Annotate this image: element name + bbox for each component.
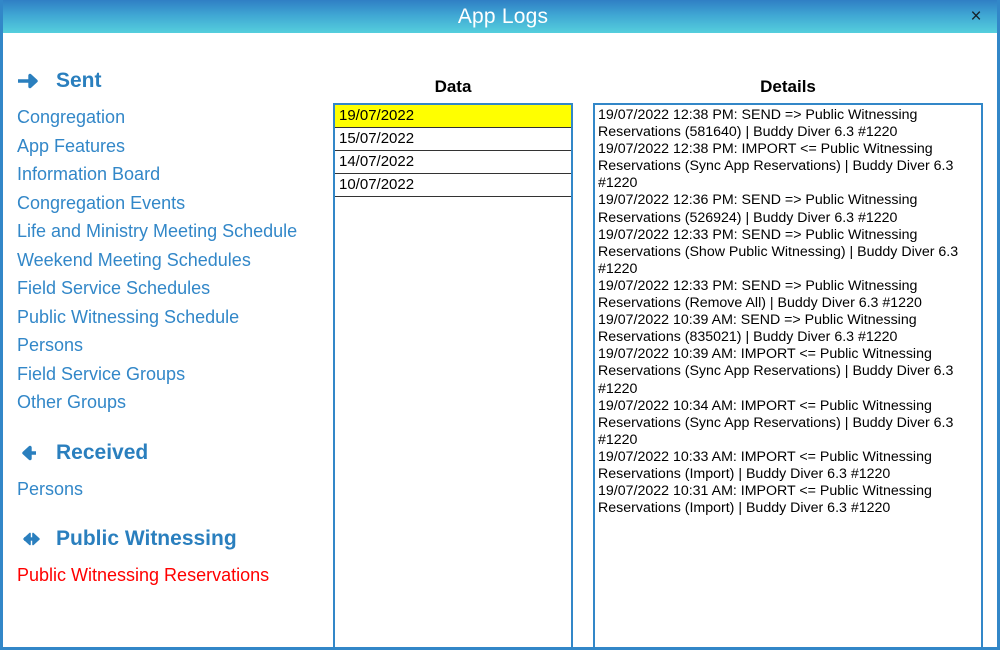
sidebar-item-life-and-ministry-meeting-schedule[interactable]: Life and Ministry Meeting Schedule xyxy=(17,217,328,246)
sidebar-item-persons-received[interactable]: Persons xyxy=(17,475,328,504)
sidebar-item-persons-sent[interactable]: Persons xyxy=(17,331,328,360)
details-column-heading: Details xyxy=(760,77,816,96)
log-entry: 19/07/2022 12:33 PM: SEND => Public Witn… xyxy=(598,226,959,277)
sidebar-item-field-service-groups[interactable]: Field Service Groups xyxy=(17,360,328,389)
sidebar: Sent Congregation App Features Informati… xyxy=(3,33,328,647)
sidebar-group-public-witnessing: Public Witnessing Public Witnessing Rese… xyxy=(17,527,328,590)
sidebar-item-app-features[interactable]: App Features xyxy=(17,132,328,161)
log-entry: 19/07/2022 12:38 PM: SEND => Public Witn… xyxy=(598,107,918,141)
log-entry: 19/07/2022 12:33 PM: SEND => Public Witn… xyxy=(598,277,922,312)
arrow-right-icon xyxy=(17,71,45,91)
sidebar-section-label: Public Witnessing xyxy=(56,527,237,550)
sidebar-section-label: Sent xyxy=(56,69,102,92)
close-icon[interactable]: × xyxy=(961,0,991,33)
sidebar-item-weekend-meeting-schedules[interactable]: Weekend Meeting Schedules xyxy=(17,246,328,275)
sidebar-section-public-witnessing[interactable]: Public Witnessing xyxy=(17,527,328,551)
sidebar-item-information-board[interactable]: Information Board xyxy=(17,160,328,189)
title-bar: App Logs × xyxy=(3,0,997,33)
log-entry: 19/07/2022 12:36 PM: SEND => Public Witn… xyxy=(598,192,918,226)
data-list-item[interactable]: 14/07/2022 xyxy=(335,151,571,174)
data-list-item[interactable]: 10/07/2022 xyxy=(335,174,571,197)
data-column-heading: Data xyxy=(434,77,472,96)
arrow-left-right-icon xyxy=(17,529,45,549)
details-log[interactable]: 19/07/2022 12:38 PM: SEND => Public Witn… xyxy=(593,103,983,647)
sidebar-item-public-witnessing-reservations[interactable]: Public Witnessing Reservations xyxy=(17,561,328,590)
sidebar-group-received: Received Persons xyxy=(17,441,328,504)
log-entry: 19/07/2022 10:34 AM: IMPORT <= Public Wi… xyxy=(598,397,954,448)
log-entry: 19/07/2022 10:33 AM: IMPORT <= Public Wi… xyxy=(598,448,932,482)
log-entry: 19/07/2022 12:38 PM: IMPORT <= Public Wi… xyxy=(598,141,954,192)
content-area: Sent Congregation App Features Informati… xyxy=(3,33,997,647)
sidebar-item-congregation-events[interactable]: Congregation Events xyxy=(17,189,328,218)
sidebar-group-sent: Sent Congregation App Features Informati… xyxy=(17,69,328,417)
sidebar-item-congregation[interactable]: Congregation xyxy=(17,103,328,132)
sidebar-item-other-groups[interactable]: Other Groups xyxy=(17,388,328,417)
app-logs-window: App Logs × Sent Congregation App Feature… xyxy=(0,0,1000,650)
data-list-item[interactable]: 19/07/2022 xyxy=(335,105,571,128)
sidebar-item-field-service-schedules[interactable]: Field Service Schedules xyxy=(17,274,328,303)
sidebar-item-public-witnessing-schedule[interactable]: Public Witnessing Schedule xyxy=(17,303,328,332)
arrow-left-icon xyxy=(17,443,45,463)
data-list-item[interactable]: 15/07/2022 xyxy=(335,128,571,151)
log-entry: 19/07/2022 10:39 AM: IMPORT <= Public Wi… xyxy=(598,346,954,397)
log-entry: 19/07/2022 10:39 AM: SEND => Public Witn… xyxy=(598,312,917,346)
data-list[interactable]: 19/07/2022 15/07/2022 14/07/2022 10/07/2… xyxy=(333,103,573,647)
sidebar-section-sent[interactable]: Sent xyxy=(17,69,328,93)
window-title: App Logs xyxy=(457,5,549,28)
log-entry: 19/07/2022 10:31 AM: IMPORT <= Public Wi… xyxy=(598,483,932,517)
sidebar-section-received[interactable]: Received xyxy=(17,441,328,465)
sidebar-section-label: Received xyxy=(56,440,149,464)
